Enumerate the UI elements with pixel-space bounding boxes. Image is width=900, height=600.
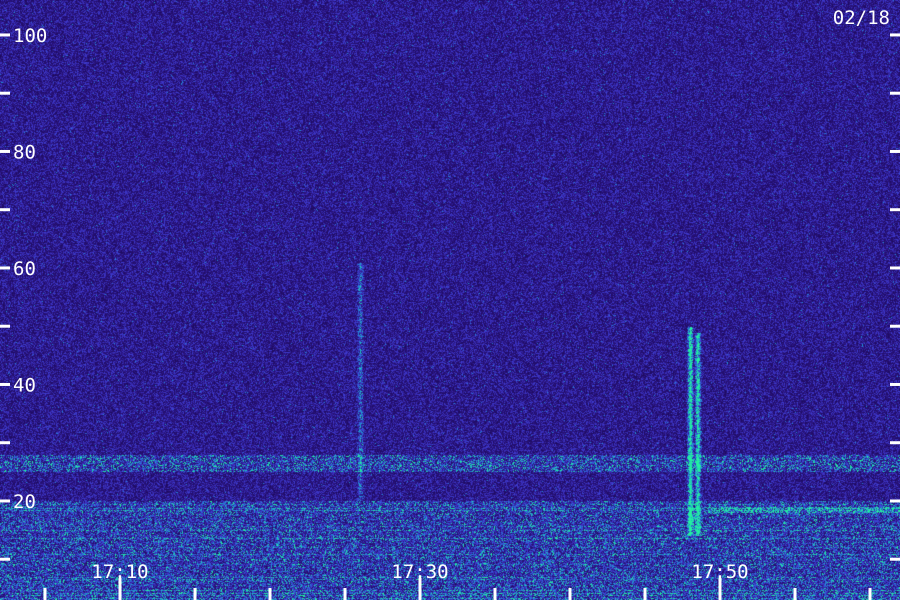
y-tick-label: 80 xyxy=(13,141,36,163)
y-tick-label: 20 xyxy=(13,491,36,513)
y-tick-label: 100 xyxy=(13,25,47,47)
x-tick-label: 17:50 xyxy=(691,561,748,583)
x-tick-label: 17:30 xyxy=(391,561,448,583)
spectrogram-image xyxy=(0,0,900,600)
date-label: 02/18 xyxy=(833,7,890,29)
spectrogram-chart: 100 80 60 40 20 17:10 17:30 17:50 02/18 xyxy=(0,0,900,600)
x-tick-label: 17:10 xyxy=(91,561,148,583)
y-tick-label: 40 xyxy=(13,374,36,396)
y-tick-label: 60 xyxy=(13,258,36,280)
